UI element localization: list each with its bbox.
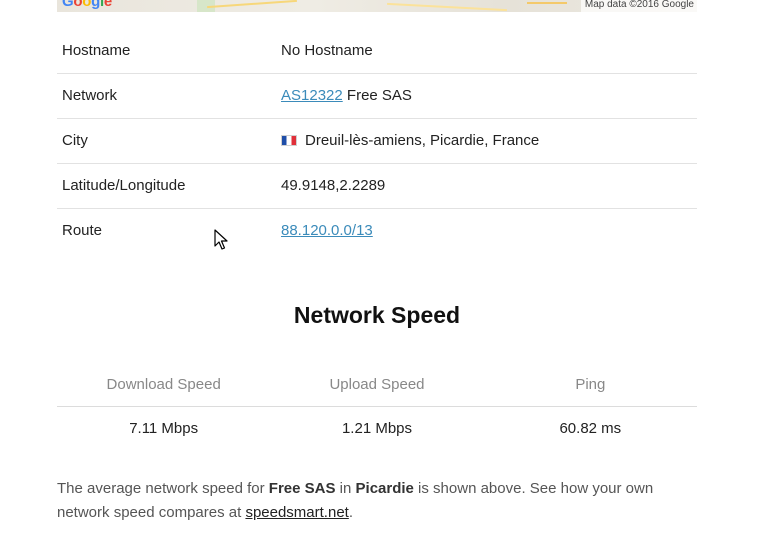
france-flag-icon xyxy=(281,135,297,146)
isp-name: Free SAS xyxy=(346,87,412,104)
ping-header: Ping xyxy=(483,364,697,407)
download-speed-value: 7.11 Mbps xyxy=(129,420,199,438)
summary-region: Picardie xyxy=(355,480,414,497)
route-value: 88.120.0.0/13 xyxy=(281,208,697,253)
speed-summary-text: The average network speed for Free SAS i… xyxy=(57,477,697,525)
hostname-label: Hostname xyxy=(57,28,281,74)
table-row: Hostname No Hostname xyxy=(57,28,697,74)
google-logo[interactable]: Google xyxy=(62,0,112,10)
latlng-label: Latitude/Longitude xyxy=(57,163,281,209)
map-road xyxy=(527,2,567,4)
network-value: AS12322 Free SAS xyxy=(281,73,697,119)
summary-isp: Free SAS xyxy=(268,480,336,497)
ping-value: 60.82 ms xyxy=(559,420,622,438)
upload-speed-header: Upload Speed xyxy=(270,364,484,407)
summary-prefix: The average network speed for xyxy=(57,480,269,497)
map-attribution[interactable]: Map data ©2016 Google xyxy=(580,0,697,12)
route-link[interactable]: 88.120.0.0/13 xyxy=(281,222,373,239)
upload-speed-value: 1.21 Mbps xyxy=(341,420,413,438)
ip-info-table: Hostname No Hostname Network AS12322 Fre… xyxy=(57,28,697,253)
table-row: Latitude/Longitude 49.9148,2.2289 xyxy=(57,163,697,209)
city-text: Dreuil-lès-amiens, Picardie, France xyxy=(305,132,540,149)
table-row: 7.11 Mbps 1.21 Mbps 60.82 ms xyxy=(57,406,697,451)
city-label: City xyxy=(57,118,281,164)
summary-mid: in xyxy=(335,480,356,497)
table-row: City Dreuil-lès-amiens, Picardie, France xyxy=(57,118,697,164)
network-label: Network xyxy=(57,73,281,119)
table-row: Network AS12322 Free SAS xyxy=(57,73,697,119)
route-label: Route xyxy=(62,222,103,240)
network-speed-title: Network Speed xyxy=(293,302,461,328)
hostname-value: No Hostname xyxy=(281,28,697,74)
mouse-cursor-icon xyxy=(214,229,228,250)
map-strip[interactable]: Google Map data ©2016 Google xyxy=(57,0,697,12)
page: Google Map data ©2016 Google Hostname No… xyxy=(0,0,780,538)
summary-suffix: . xyxy=(348,504,353,521)
latlng-value: 49.9148,2.2289 xyxy=(281,163,697,209)
table-header-row: Download Speed Upload Speed Ping xyxy=(57,364,697,407)
city-value: Dreuil-lès-amiens, Picardie, France xyxy=(281,118,697,164)
asn-link[interactable]: AS12322 xyxy=(281,87,343,104)
map-road xyxy=(207,0,297,9)
download-speed-header: Download Speed xyxy=(57,364,271,407)
map-road xyxy=(387,2,507,12)
network-speed-table: Download Speed Upload Speed Ping 7.11 Mb… xyxy=(57,364,697,451)
table-row: Route 88.120.0.0/13 xyxy=(57,208,697,253)
speedsmart-link[interactable]: speedsmart.net xyxy=(245,504,348,521)
